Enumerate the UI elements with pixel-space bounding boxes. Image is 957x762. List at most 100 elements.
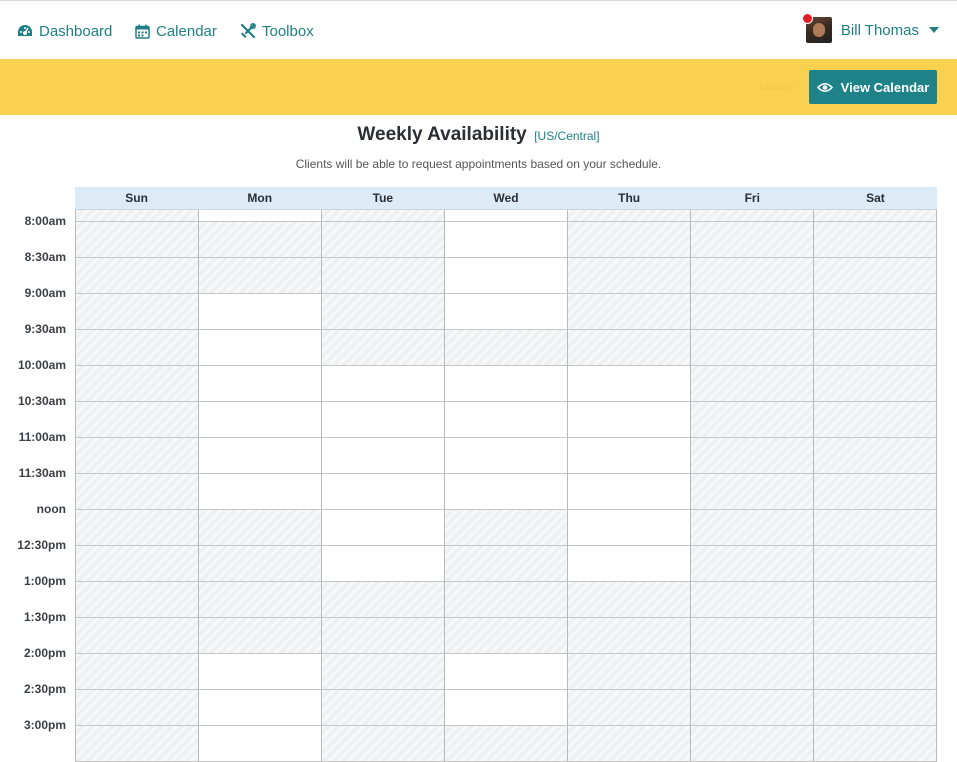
time-slot[interactable] [322, 210, 444, 222]
time-slot[interactable] [568, 582, 690, 618]
time-slot[interactable] [568, 258, 690, 294]
time-slot[interactable] [322, 618, 444, 654]
time-slot[interactable] [691, 582, 813, 618]
time-slot[interactable] [814, 618, 936, 654]
time-slot[interactable] [322, 510, 444, 546]
time-slot[interactable] [568, 366, 690, 402]
time-slot[interactable] [322, 726, 444, 762]
time-slot[interactable] [76, 510, 198, 546]
time-slot[interactable] [691, 546, 813, 582]
time-slot[interactable] [814, 726, 936, 762]
time-slot[interactable] [814, 366, 936, 402]
time-slot[interactable] [568, 474, 690, 510]
time-slot[interactable] [691, 294, 813, 330]
time-slot[interactable] [445, 618, 567, 654]
time-slot[interactable] [445, 474, 567, 510]
time-slot[interactable] [76, 258, 198, 294]
time-slot[interactable] [814, 438, 936, 474]
time-slot[interactable] [814, 210, 936, 222]
time-slot[interactable] [76, 222, 198, 258]
time-slot[interactable] [814, 330, 936, 366]
time-slot[interactable] [445, 210, 567, 222]
time-slot[interactable] [322, 330, 444, 366]
time-slot[interactable] [199, 546, 321, 582]
time-slot[interactable] [445, 294, 567, 330]
time-slot[interactable] [445, 726, 567, 762]
time-slot[interactable] [199, 210, 321, 222]
time-slot[interactable] [568, 294, 690, 330]
time-slot[interactable] [76, 690, 198, 726]
time-slot[interactable] [322, 222, 444, 258]
time-slot[interactable] [199, 510, 321, 546]
time-slot[interactable] [76, 294, 198, 330]
time-slot[interactable] [691, 402, 813, 438]
time-slot[interactable] [199, 330, 321, 366]
time-slot[interactable] [814, 402, 936, 438]
time-slot[interactable] [199, 726, 321, 762]
time-slot[interactable] [814, 546, 936, 582]
time-slot[interactable] [76, 366, 198, 402]
time-slot[interactable] [322, 582, 444, 618]
time-slot[interactable] [445, 510, 567, 546]
time-slot[interactable] [568, 402, 690, 438]
time-slot[interactable] [691, 690, 813, 726]
time-slot[interactable] [322, 366, 444, 402]
time-slot[interactable] [322, 258, 444, 294]
time-slot[interactable] [691, 330, 813, 366]
time-slot[interactable] [76, 726, 198, 762]
time-slot[interactable] [445, 330, 567, 366]
time-slot[interactable] [445, 402, 567, 438]
time-slot[interactable] [568, 510, 690, 546]
time-slot[interactable] [76, 474, 198, 510]
time-slot[interactable] [814, 474, 936, 510]
time-slot[interactable] [568, 210, 690, 222]
time-slot[interactable] [568, 690, 690, 726]
time-slot[interactable] [76, 330, 198, 366]
time-slot[interactable] [199, 474, 321, 510]
time-slot[interactable] [199, 582, 321, 618]
time-slot[interactable] [76, 618, 198, 654]
time-slot[interactable] [322, 438, 444, 474]
time-slot[interactable] [199, 438, 321, 474]
time-slot[interactable] [814, 690, 936, 726]
time-slot[interactable] [445, 438, 567, 474]
time-slot[interactable] [322, 654, 444, 690]
time-slot[interactable] [445, 654, 567, 690]
time-slot[interactable] [691, 474, 813, 510]
time-slot[interactable] [568, 222, 690, 258]
nav-toolbox-link[interactable]: Toolbox [240, 21, 314, 41]
time-slot[interactable] [76, 210, 198, 222]
time-slot[interactable] [445, 258, 567, 294]
time-slot[interactable] [199, 222, 321, 258]
time-slot[interactable] [568, 330, 690, 366]
time-slot[interactable] [199, 258, 321, 294]
time-slot[interactable] [568, 438, 690, 474]
time-slot[interactable] [445, 366, 567, 402]
time-slot[interactable] [814, 654, 936, 690]
user-menu[interactable]: Bill Thomas [801, 13, 939, 44]
time-slot[interactable] [76, 402, 198, 438]
time-slot[interactable] [814, 222, 936, 258]
time-slot[interactable] [691, 222, 813, 258]
time-slot[interactable] [691, 210, 813, 222]
time-slot[interactable] [691, 726, 813, 762]
time-slot[interactable] [199, 294, 321, 330]
time-slot[interactable] [76, 438, 198, 474]
time-slot[interactable] [445, 546, 567, 582]
nav-calendar-link[interactable]: Calendar [135, 21, 217, 41]
time-slot[interactable] [691, 258, 813, 294]
timezone-link[interactable]: [US/Central] [534, 129, 599, 143]
time-slot[interactable] [322, 690, 444, 726]
nav-dashboard-link[interactable]: Dashboard [17, 21, 112, 41]
time-slot[interactable] [199, 690, 321, 726]
time-slot[interactable] [568, 654, 690, 690]
time-slot[interactable] [568, 726, 690, 762]
time-slot[interactable] [322, 546, 444, 582]
time-slot[interactable] [814, 582, 936, 618]
time-slot[interactable] [76, 654, 198, 690]
time-slot[interactable] [76, 582, 198, 618]
time-slot[interactable] [814, 258, 936, 294]
time-slot[interactable] [445, 690, 567, 726]
time-slot[interactable] [691, 438, 813, 474]
time-slot[interactable] [445, 582, 567, 618]
